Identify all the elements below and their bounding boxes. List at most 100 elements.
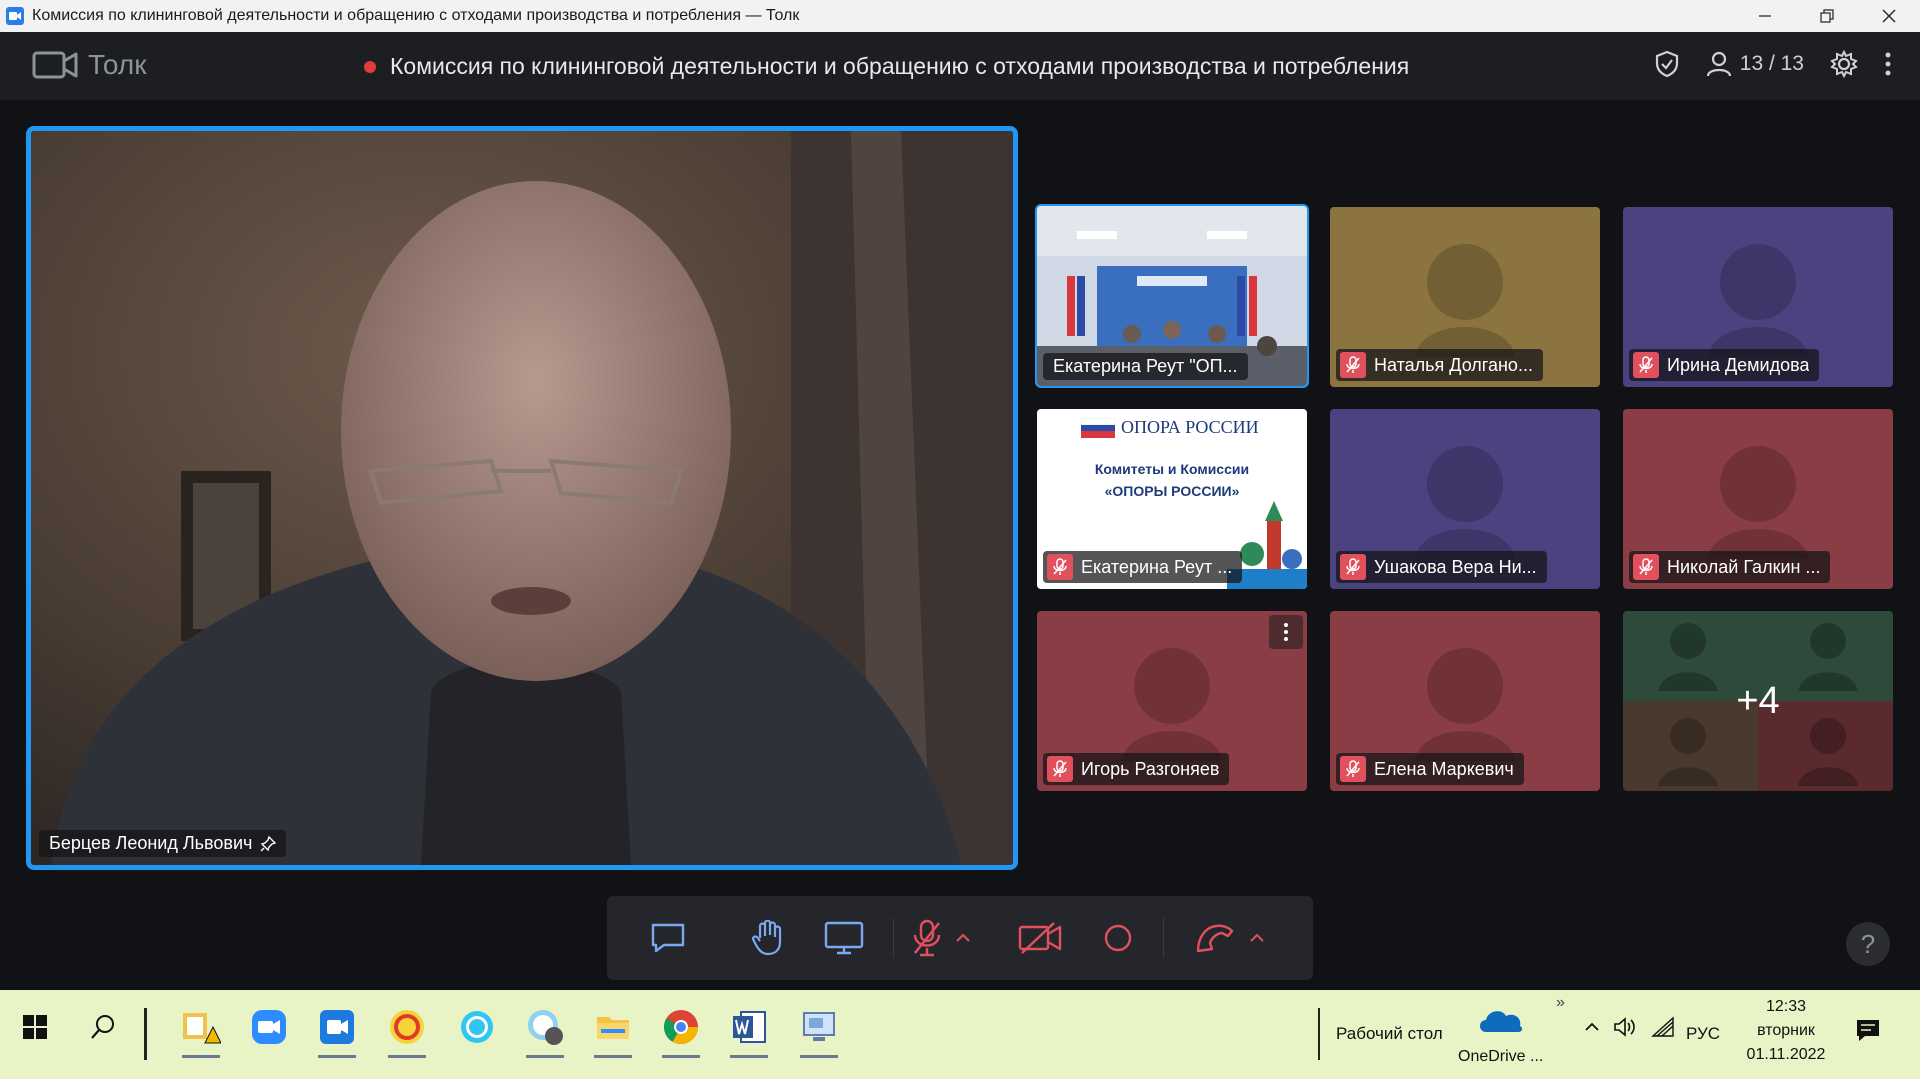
microphone-button[interactable] [907,916,947,960]
opora-flag-logo [1081,417,1115,438]
tile-name: Ушакова Вера Ни... [1374,556,1537,577]
gear-icon[interactable] [1830,50,1858,78]
chevron-up-icon [1250,933,1264,942]
mic-off-icon [1047,756,1073,782]
taskbar-app-explorer[interactable] [588,1002,638,1058]
tile-name-tag: Елена Маркевич [1336,753,1524,785]
mic-off-icon [1340,352,1366,378]
tile-name-tag: Николай Галкин ... [1629,551,1831,583]
restore-button[interactable] [1796,0,1858,32]
volume-button[interactable] [1610,1012,1640,1042]
mic-off-icon [1340,756,1366,782]
taskbar-app-bitrix[interactable] [452,1002,502,1052]
speaker-icon [1614,1017,1635,1037]
language-indicator[interactable]: РУС [1686,1024,1720,1044]
help-icon: ? [1860,928,1876,959]
participant-tile[interactable]: Ирина Демидова [1623,207,1893,387]
avatar-silhouette-icon [1708,446,1808,559]
person-icon [1706,51,1731,77]
tray-overflow-button[interactable] [1580,1012,1604,1042]
video-camera-icon [32,51,78,79]
participants-button[interactable]: 13 / 13 [1706,51,1804,77]
more-vertical-icon[interactable] [1884,51,1892,77]
tile-name-tag: Екатерина Реут ... [1043,551,1243,583]
clock-day: вторник [1757,1022,1815,1039]
taskbar-app-zoom[interactable] [244,1002,294,1052]
word-icon [733,1011,766,1043]
slide-line-1: Комитеты и Комиссии [1094,461,1250,477]
tile-name-tag: Ирина Демидова [1629,349,1820,381]
onedrive-label: OneDrive ... [1458,1048,1544,1065]
brand: Толк [32,48,146,82]
participant-tile[interactable]: ОПОРА РОССИИ Комитеты и Комиссии «ОПОРЫ … [1037,409,1307,589]
taskbar-app-word[interactable] [724,1002,774,1058]
clock[interactable]: 12:33 вторник 01.11.2022 [1740,998,1832,1064]
zoom-icon [252,1010,286,1044]
participant-tile[interactable]: Наталья Долгано... [1330,207,1600,387]
tile-name: Наталья Долгано... [1374,354,1533,375]
taskbar-app-remote-desktop[interactable] [794,1002,844,1058]
taskbar-app-tolk[interactable] [312,1002,362,1058]
camera-off-icon [1018,922,1062,954]
participants-count: 13 / 13 [1739,52,1804,75]
phone-hangup-icon [1196,924,1234,953]
window-titlebar: Комиссия по клининговой деятельности и о… [0,0,1920,32]
minimize-button[interactable] [1734,0,1796,32]
slide-org: ОПОРА РОССИИ [1121,417,1259,437]
search-icon [91,1015,114,1039]
tile-name: Игорь Разгоняев [1081,758,1220,779]
main-speaker-video[interactable]: Берцев Леонид Львович [26,126,1018,870]
taskbar-app-chrome[interactable] [656,1002,706,1058]
search-button[interactable] [78,1002,128,1052]
tile-name-tag: Екатерина Реут "ОП... [1043,353,1248,380]
camera-button[interactable] [1017,916,1063,960]
participant-tile[interactable]: Екатерина Реут "ОП... [1035,204,1309,388]
tile-name: Елена Маркевич [1374,758,1514,779]
notification-icon [1857,1020,1879,1041]
close-window-button[interactable] [1858,0,1920,32]
leave-call-button[interactable] [1193,916,1237,960]
chat-button[interactable] [645,916,691,960]
hand-icon [751,920,782,956]
tile-name: Екатерина Реут ... [1081,556,1233,577]
participant-tile[interactable]: Игорь Разгоняев [1037,611,1307,791]
network-button[interactable] [1648,1012,1678,1042]
more-participants-count: +4 [1736,679,1780,722]
record-icon [1104,924,1132,952]
raise-hand-button[interactable] [745,916,791,960]
record-button[interactable] [1101,916,1135,960]
mic-off-icon [913,919,941,957]
more-vertical-icon [1284,623,1288,641]
tile-name-tag: Ушакова Вера Ни... [1336,551,1547,583]
brand-name: Толк [88,49,147,80]
screen-share-button[interactable] [821,916,867,960]
windows-logo-icon [23,1015,47,1039]
mic-off-icon [1633,554,1659,580]
slide-line-2: «ОПОРЫ РОССИИ» [1104,483,1240,499]
taskbar-app-bitrix-messenger[interactable] [520,1002,570,1058]
tile-menu-button[interactable] [1269,615,1303,649]
taskbar-app-1c[interactable] [382,1002,432,1058]
tolk-app-icon [320,1010,354,1044]
leave-options-button[interactable] [1247,916,1267,960]
call-toolbar [607,896,1313,980]
action-center-button[interactable] [1848,1010,1888,1050]
taskbar-app-outlook-warning[interactable] [176,1002,226,1058]
chevron-up-icon [956,933,970,942]
mic-off-icon [1340,554,1366,580]
desktop-toolbar-label[interactable]: Рабочий стол [1336,1024,1443,1044]
remote-desktop-icon [803,1012,835,1041]
tile-name-tag: Наталья Долгано... [1336,349,1543,381]
participant-tile[interactable]: Елена Маркевич [1330,611,1600,791]
onedrive-tray-item[interactable] [1476,1004,1526,1039]
participant-tile[interactable]: Николай Галкин ... [1623,409,1893,589]
participant-tile[interactable]: Ушакова Вера Ни... [1330,409,1600,589]
more-participants-tile[interactable]: +4 [1623,611,1893,791]
pin-icon[interactable] [260,835,277,852]
main-speaker-name: Берцев Леонид Львович [49,833,253,853]
toolbar-overflow-chevron[interactable]: » [1556,994,1565,1012]
shield-icon[interactable] [1654,50,1680,78]
start-button[interactable] [10,1002,60,1052]
microphone-options-button[interactable] [953,916,973,960]
help-button[interactable]: ? [1846,922,1890,966]
